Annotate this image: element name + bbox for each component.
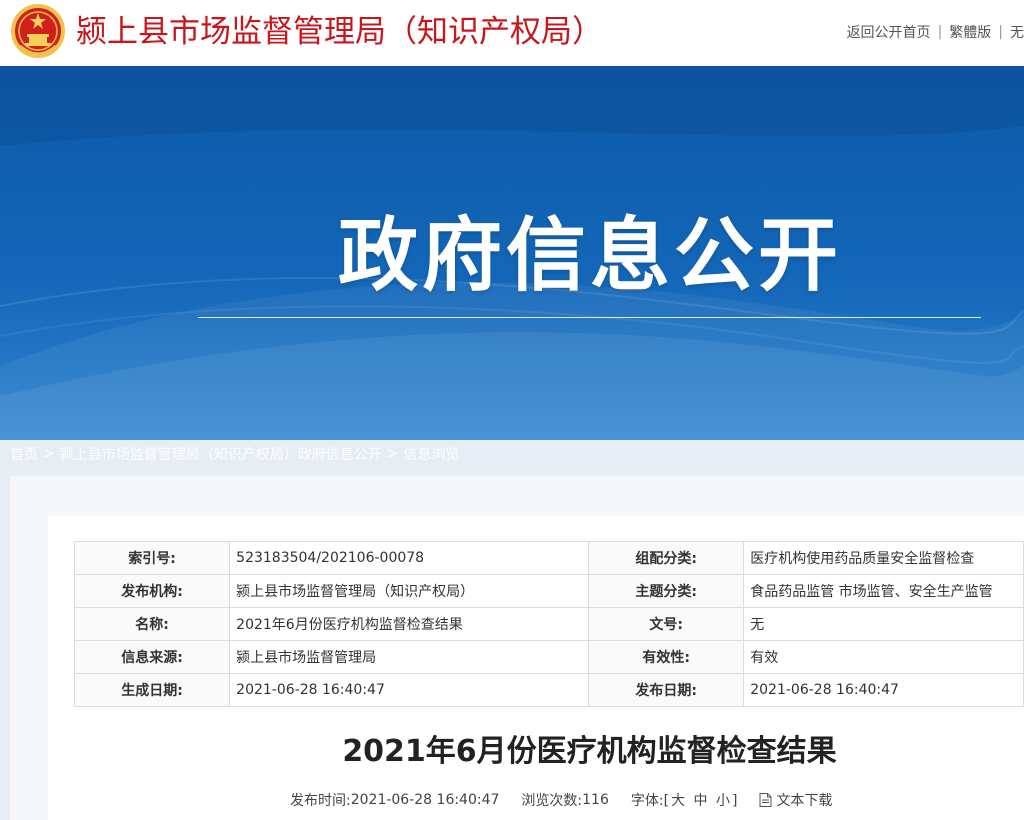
value-category: 医疗机构使用药品质量安全监督检查 [743, 541, 1024, 575]
value-publish-date: 2021-06-28 16:40:47 [743, 673, 1024, 707]
value-index-number: 523183504/202106-00078 [229, 541, 590, 575]
views-count: 116 [582, 792, 609, 808]
document-icon [759, 793, 772, 807]
value-created-date: 2021-06-28 16:40:47 [229, 673, 590, 707]
publish-time-label: 发布时间: [290, 793, 351, 809]
breadcrumb-browse[interactable]: 信息浏览 [403, 444, 459, 464]
return-home-link[interactable]: 返回公开首页 [847, 22, 931, 42]
banner: 政府信息公开 [0, 66, 1024, 440]
font-size-small[interactable]: 小 [716, 793, 730, 809]
value-source: 颍上县市场监督管理局 [229, 640, 590, 674]
breadcrumb-separator: > [43, 446, 55, 462]
accessibility-link[interactable]: 无 [1010, 22, 1024, 42]
value-validity: 有效 [743, 640, 1024, 674]
info-metadata-table: 索引号: 523183504/202106-00078 组配分类: 医疗机构使用… [73, 541, 1024, 707]
table-row: 生成日期: 2021-06-28 16:40:47 发布日期: 2021-06-… [73, 673, 1024, 707]
value-name: 2021年6月份医疗机构监督检查结果 [229, 607, 590, 641]
value-topic: 食品药品监管 市场监管、安全生产监管 [743, 574, 1024, 608]
site-header: 颍上县市场监督管理局（知识产权局） 返回公开首页 | 繁體版 | 无 [0, 0, 1024, 66]
table-row: 索引号: 523183504/202106-00078 组配分类: 医疗机构使用… [73, 541, 1024, 575]
font-size-large[interactable]: 大 [671, 793, 685, 809]
article-info-bar: 发布时间: 2021-06-28 16:40:47 浏览次数: 116 字体: … [290, 790, 832, 810]
breadcrumb-home[interactable]: 首页 [10, 444, 38, 464]
site-title: 颍上县市场监督管理局（知识产权局） [76, 14, 603, 50]
label-category: 组配分类: [588, 541, 745, 575]
value-publisher: 颍上县市场监督管理局（知识产权局） [229, 574, 590, 608]
link-separator: | [998, 24, 1003, 40]
label-publish-date: 发布日期: [588, 673, 745, 707]
top-links: 返回公开首页 | 繁體版 | 无 [847, 22, 1024, 42]
label-index-number: 索引号: [73, 541, 231, 575]
breadcrumb-gov-info[interactable]: 颍上县市场监督管理局（知识产权局）政府信息公开 [60, 444, 382, 464]
label-doc-number: 文号: [588, 607, 745, 641]
article-title: 2021年6月份医疗机构监督检查结果 [342, 734, 837, 769]
table-row: 发布机构: 颍上县市场监督管理局（知识产权局） 主题分类: 食品药品监管 市场监… [73, 574, 1024, 608]
font-size-label: 字体: [630, 793, 664, 809]
label-name: 名称: [73, 607, 231, 641]
national-emblem-icon [11, 4, 65, 58]
table-row: 信息来源: 颍上县市场监督管理局 有效性: 有效 [73, 640, 1024, 674]
breadcrumb: 首页 > 颍上县市场监督管理局（知识产权局）政府信息公开 > 信息浏览 [10, 444, 459, 464]
font-size-medium[interactable]: 中 [694, 793, 708, 809]
label-validity: 有效性: [588, 640, 745, 674]
label-publisher: 发布机构: [73, 574, 231, 608]
traditional-chinese-link[interactable]: 繁體版 [949, 22, 991, 42]
label-topic: 主题分类: [588, 574, 745, 608]
publish-time-value: 2021-06-28 16:40:47 [350, 792, 500, 808]
link-separator: | [937, 24, 943, 40]
label-created-date: 生成日期: [73, 673, 231, 707]
banner-title: 政府信息公开 [338, 209, 842, 302]
text-download-button[interactable]: 文本下载 [759, 790, 832, 810]
views-label: 浏览次数: [521, 793, 583, 809]
banner-divider [198, 317, 981, 318]
breadcrumb-separator: > [386, 446, 399, 462]
font-size-controls: [大 中 小] [663, 793, 738, 809]
label-source: 信息来源: [73, 640, 231, 674]
text-download-label: 文本下载 [776, 793, 833, 809]
value-doc-number: 无 [743, 607, 1024, 641]
table-row: 名称: 2021年6月份医疗机构监督检查结果 文号: 无 [73, 607, 1024, 641]
